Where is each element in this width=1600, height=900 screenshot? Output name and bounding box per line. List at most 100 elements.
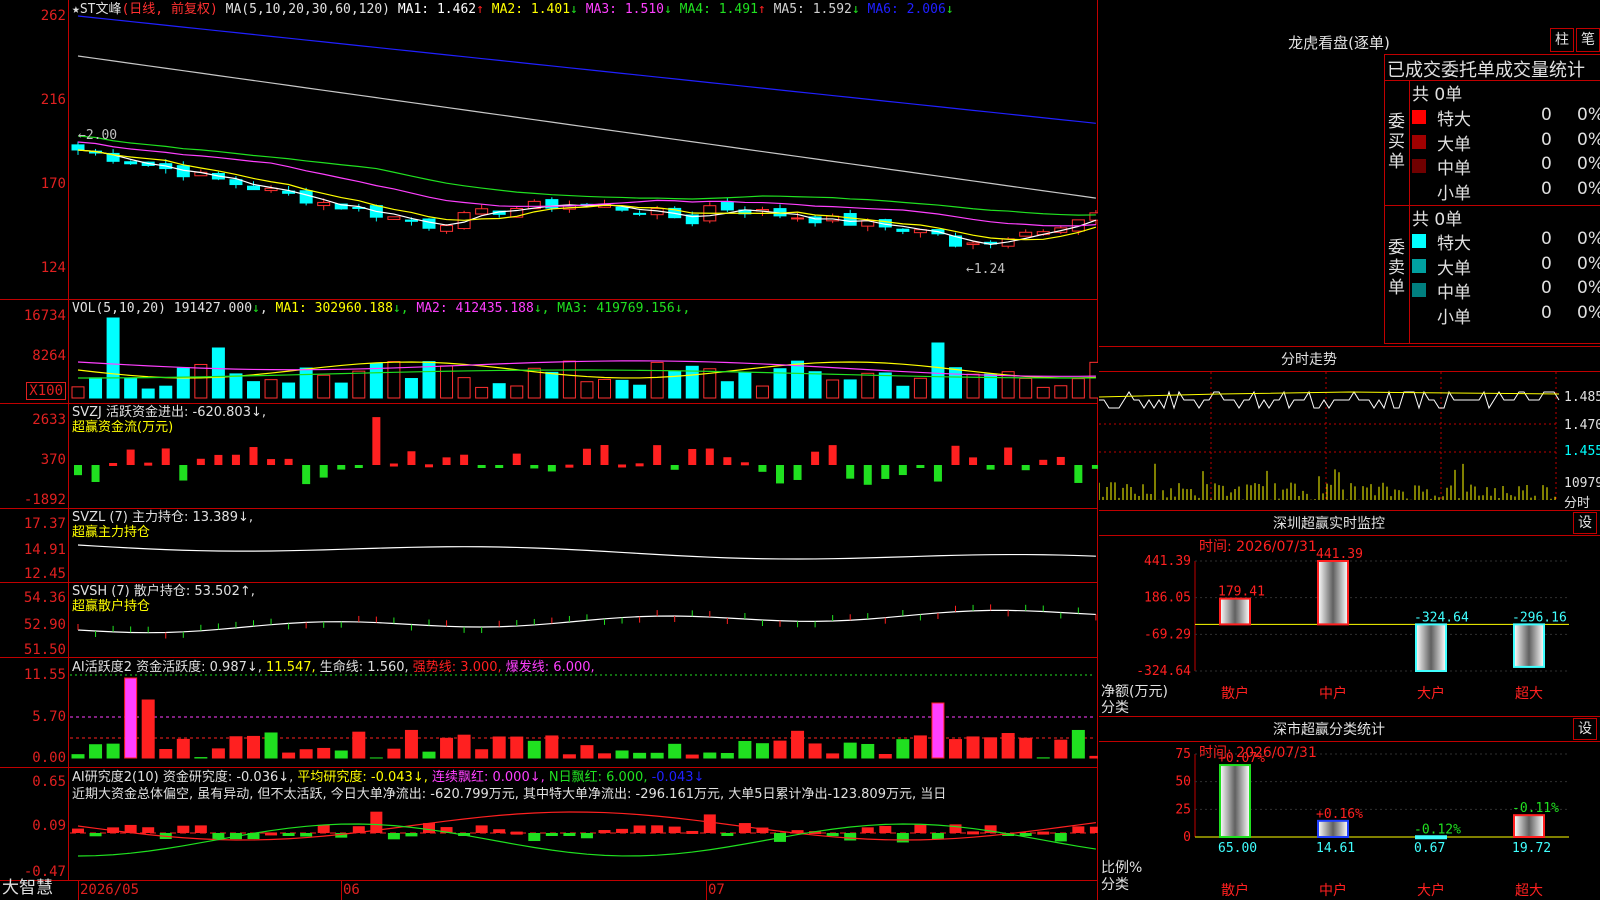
moneyflow-bar — [477, 465, 486, 468]
activity-bar — [282, 752, 296, 759]
research-bar — [317, 824, 330, 833]
bar-category-label: 大户 — [1417, 685, 1445, 702]
volume-bar — [282, 382, 296, 399]
date-divider — [706, 880, 707, 900]
bar-view-button[interactable]: 柱 — [1550, 28, 1574, 52]
order-count: 0 — [1541, 129, 1552, 150]
volume-bar — [1054, 385, 1068, 399]
candle-body — [124, 161, 138, 165]
activity-bar — [949, 739, 962, 759]
legend-swatch — [1412, 110, 1426, 124]
vol-ma-arrow: ↓, — [533, 301, 558, 316]
volume-bar — [826, 379, 840, 399]
research-bar — [282, 833, 295, 836]
order-size-label: 小单 — [1437, 183, 1471, 204]
research-bar — [1054, 833, 1067, 842]
volume-bar — [387, 361, 401, 399]
bar-y-tick: 0 — [1183, 830, 1191, 845]
bar-value-label: 179.41 — [1218, 585, 1265, 600]
ma-value: MA6: 2.006 — [867, 2, 946, 17]
legend-swatch — [1412, 283, 1426, 297]
order-count: 0 — [1541, 302, 1552, 323]
category-bar — [1219, 597, 1251, 626]
legend-swatch — [1412, 258, 1426, 273]
moneyflow-bar — [319, 465, 328, 478]
volume-bar — [668, 370, 682, 399]
vol-value: 191427.000 — [173, 301, 253, 316]
category-bar — [1513, 623, 1545, 668]
activity-bar — [738, 740, 752, 759]
research-bar — [142, 827, 155, 833]
monitor-settings-button[interactable]: 设 — [1573, 512, 1597, 534]
moneyflow-bar — [354, 465, 363, 468]
activity-bar — [404, 729, 418, 759]
activity-bar — [71, 754, 85, 759]
classify-settings-button[interactable]: 设 — [1573, 718, 1597, 740]
volume-bar — [843, 379, 857, 399]
moneyflow-bar — [793, 465, 802, 480]
activity-bar — [633, 752, 647, 759]
ma-value: MA1: 1.462 — [397, 2, 477, 17]
volume-bar — [931, 342, 945, 399]
activity-bar — [896, 739, 910, 759]
candle-body — [440, 225, 454, 232]
moneyflow-bar — [91, 465, 100, 482]
volume-bar — [176, 367, 190, 399]
legend-swatch — [1412, 307, 1426, 322]
moneyflow-bar — [547, 465, 556, 472]
volume-bar — [247, 381, 260, 399]
bar-category-label: 中户 — [1319, 685, 1347, 702]
ma-arrow: ↓ — [663, 2, 672, 17]
activity-bar — [317, 747, 331, 759]
activity-bar — [650, 752, 664, 759]
activity-bar — [562, 754, 576, 759]
activity-bar — [580, 745, 594, 759]
moneyflow-bar — [670, 465, 679, 470]
left-chart-area[interactable]: 262 216 170 124 16734 8264 X100 2633 370… — [0, 0, 1098, 900]
intraday-tick: 1.455 — [1564, 444, 1600, 459]
bar-category-label: 超大 — [1515, 883, 1543, 899]
research-bar — [89, 833, 102, 837]
volume-bar — [89, 377, 103, 399]
bar-value-label: 441.39 — [1316, 547, 1363, 562]
date-tick: 07 — [708, 882, 725, 898]
research-bar — [177, 825, 190, 833]
ma-arrow: ↑ — [476, 2, 484, 17]
research-bar — [703, 814, 716, 833]
activity-bar — [720, 752, 734, 759]
candle-body — [966, 242, 980, 246]
monitor-title: 深圳超赢实时监控 — [1273, 516, 1385, 532]
vol-ma-arrow: ↓, — [392, 301, 417, 316]
activity-bar — [685, 754, 699, 759]
tick-view-button[interactable]: 笔 — [1576, 28, 1600, 52]
volume-bar — [475, 386, 489, 399]
moneyflow-bar — [582, 448, 591, 465]
intraday-title: 分时走势 — [1281, 352, 1337, 368]
intraday-chart[interactable] — [1099, 372, 1600, 512]
svsh-header: SVSH (7) 散户持仓: 53.502↑, — [72, 584, 255, 599]
ma6-line — [77, 15, 1096, 124]
research-bar — [493, 829, 506, 833]
activity-bar — [299, 749, 313, 759]
order-count: 0 — [1541, 278, 1552, 298]
intraday-tick: 1.470 — [1564, 418, 1600, 433]
moneyflow-bar — [1091, 465, 1098, 469]
indicator-charts[interactable] — [0, 0, 1098, 900]
order-pct: 0% — [1577, 278, 1600, 298]
activity-bar — [545, 735, 559, 759]
research-part: AI研究度2(10) 资金研究度: -0.036↓, — [72, 770, 298, 785]
stat-title: 已成交委托单成交量统计 — [1387, 60, 1585, 81]
research-bar — [580, 833, 593, 839]
order-size-label: 大单 — [1437, 258, 1471, 279]
ai2-part: 爆发线: 6.000, — [505, 660, 595, 675]
moneyflow-bar — [828, 445, 837, 465]
activity-bar — [598, 753, 611, 759]
ai2-part: 生命线: 1.560, — [319, 660, 413, 675]
moneyflow-bar — [389, 463, 398, 467]
moneyflow-bar — [495, 465, 504, 468]
activity-bar — [1089, 755, 1098, 759]
category-bar — [1415, 623, 1447, 673]
order-size-label: 特大 — [1437, 234, 1471, 254]
